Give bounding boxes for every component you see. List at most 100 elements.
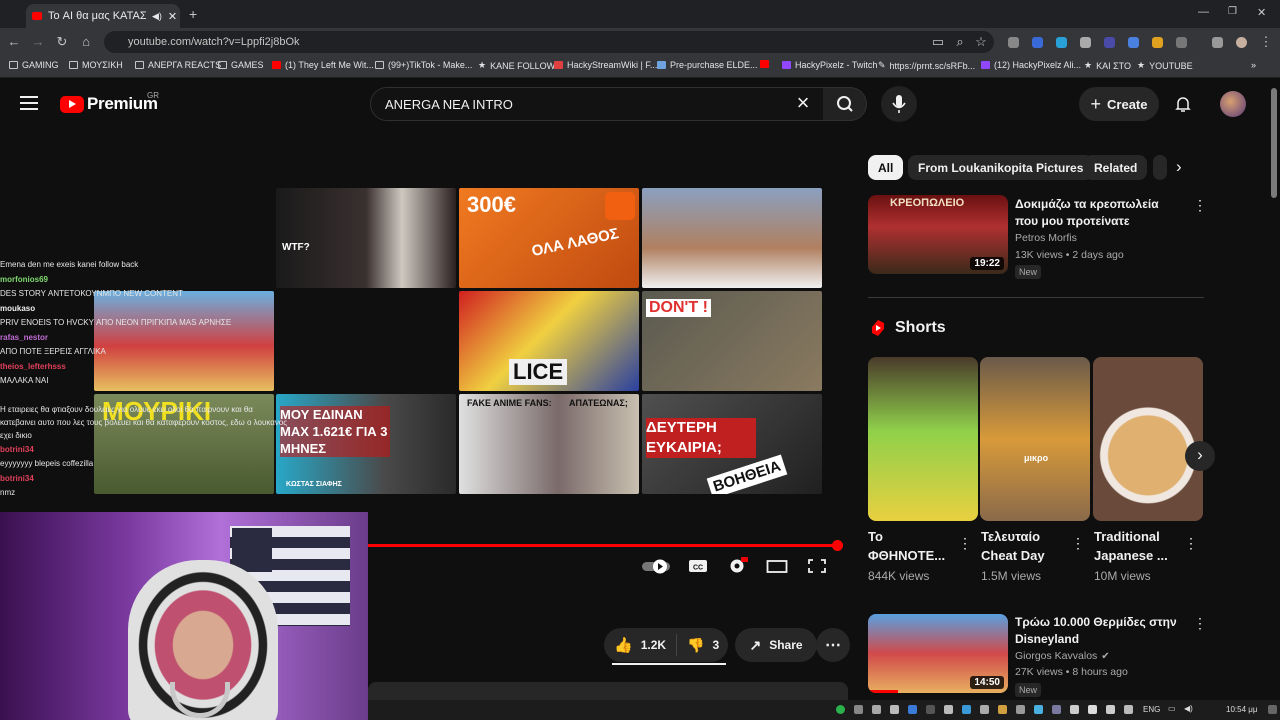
tray-icon[interactable] [980, 705, 989, 714]
more-actions-button[interactable]: ⋯ [816, 628, 850, 662]
new-tab-icon[interactable]: + [189, 6, 197, 22]
bookmark-prntsc[interactable]: ✎ https://prnt.sc/sRFb... [878, 60, 975, 71]
tab-close-icon[interactable]: ✕ [168, 10, 177, 23]
tray-icon[interactable] [998, 705, 1007, 714]
more-bookmarks-icon[interactable]: » [1251, 60, 1256, 70]
home-icon[interactable]: ⌂ [78, 34, 94, 50]
video-title[interactable]: Δοκιμάζω τα κρεοπωλεία που μου προτείνατ… [1015, 196, 1180, 230]
bookmark-anerga-reacts[interactable]: ΑΝΕΡΓΑ REACTS [135, 60, 221, 70]
extension-icon[interactable] [1080, 37, 1091, 48]
reading-list-icon[interactable] [1212, 37, 1223, 48]
endscreen-video[interactable]: 300€ ΟΛΑ ΛΑΘΟΣ [459, 188, 639, 288]
voice-search-button[interactable] [881, 86, 917, 122]
extension-icon[interactable] [1128, 37, 1139, 48]
bookmark-mousiki[interactable]: ΜΟΥΣΙΚΗ [69, 60, 123, 70]
description-box[interactable] [368, 682, 848, 700]
bookmark-gaming[interactable]: GAMING [9, 60, 59, 70]
short-thumbnail[interactable] [868, 357, 978, 521]
menu-dots-icon[interactable]: ⋮ [1258, 34, 1274, 50]
bookmark-youtube[interactable] [760, 60, 769, 68]
tray-icon[interactable] [1034, 705, 1043, 714]
short-menu-icon[interactable]: ⋮ [1071, 535, 1085, 552]
tray-icon[interactable] [908, 705, 917, 714]
back-icon[interactable]: ← [6, 34, 22, 50]
autoplay-toggle-icon[interactable] [641, 557, 671, 575]
install-app-icon[interactable]: ▭ [930, 34, 946, 50]
video-thumbnail[interactable]: ΚΡΕΟΠΩΛΕΙΟ 19:22 [868, 195, 1008, 274]
theater-mode-icon[interactable] [766, 557, 788, 575]
video-thumbnail[interactable]: 14:50 [868, 614, 1008, 693]
search-input[interactable]: ANERGA NEA INTRO [370, 87, 824, 121]
tray-icon[interactable] [890, 705, 899, 714]
chip-all[interactable]: All [868, 155, 904, 180]
tray-icon[interactable] [854, 705, 863, 714]
fullscreen-icon[interactable] [806, 557, 828, 575]
tray-icon[interactable] [926, 705, 935, 714]
tray-icon[interactable] [962, 705, 971, 714]
bookmark-hackypixelz-ali[interactable]: (12) HackyPixelz Ali... [981, 60, 1081, 70]
bookmark-games[interactable]: GAMES [218, 60, 264, 70]
endscreen-video[interactable]: DON'T ! [642, 291, 822, 391]
zoom-icon[interactable]: ⌕ [952, 34, 968, 50]
short-title[interactable]: Το ΦΘΗΝΟΤΕ... [868, 527, 950, 565]
tray-icon[interactable] [1124, 705, 1133, 714]
video-menu-icon[interactable]: ⋮ [1193, 615, 1207, 632]
extension-icon[interactable] [1104, 37, 1115, 48]
endscreen-video[interactable] [642, 188, 822, 288]
tray-icon[interactable] [1052, 705, 1061, 714]
forward-icon[interactable]: → [30, 34, 46, 50]
dislike-button[interactable]: 👎 3 [677, 637, 729, 654]
tray-icon[interactable] [836, 705, 845, 714]
endscreen-video[interactable]: LICE [459, 291, 639, 391]
tray-icon[interactable] [1016, 705, 1025, 714]
channel-name[interactable]: Petros Morfis [1015, 232, 1077, 244]
reload-icon[interactable]: ↻ [54, 34, 70, 50]
menu-icon[interactable] [20, 96, 38, 110]
restore-icon[interactable]: ❐ [1228, 6, 1237, 17]
keyboard-language[interactable]: ENG [1143, 705, 1160, 714]
tray-icon[interactable] [944, 705, 953, 714]
notifications-bell-icon[interactable] [1173, 94, 1193, 114]
scrubber-handle[interactable] [832, 540, 843, 551]
short-menu-icon[interactable]: ⋮ [958, 535, 972, 552]
browser-tab[interactable]: Το AI θα μας ΚΑΤΑΣΤΡΕΨΕΙ ◀) ✕ [26, 4, 180, 28]
clock[interactable]: 10:54 μμ [1226, 705, 1257, 714]
clear-search-icon[interactable]: × [793, 92, 813, 114]
bookmark-twitch[interactable]: HackyPixelz - Twitch [782, 60, 877, 70]
share-button[interactable]: ↗ Share [735, 628, 817, 662]
settings-gear-icon[interactable] [726, 557, 748, 575]
short-title[interactable]: Τελευταίο Cheat Day [981, 527, 1063, 565]
bookmark-tiktok[interactable]: (99+)TikTok - Make... [375, 60, 472, 70]
search-button[interactable] [823, 87, 867, 121]
bookmark-star-icon[interactable]: ☆ [973, 34, 989, 50]
extension-icon[interactable] [1056, 37, 1067, 48]
speaker-icon[interactable]: ◀) [152, 11, 162, 22]
extension-icon[interactable] [1032, 37, 1043, 48]
short-thumbnail[interactable] [1093, 357, 1203, 521]
chip-from-channel[interactable]: From Loukanikopita Pictures [908, 155, 1094, 180]
volume-icon[interactable]: ◀) [1184, 704, 1193, 713]
endscreen-video[interactable]: ΔΕΥΤΕΡΗ ΕΥΚΑΙΡΙΑ; ΒΟΗΘΕΙΑ [642, 394, 822, 494]
chip-more[interactable] [1153, 155, 1167, 180]
short-menu-icon[interactable]: ⋮ [1184, 535, 1198, 552]
extension-icon[interactable] [1152, 37, 1163, 48]
bookmark-youtube-star[interactable]: ★ YOUTUBE [1137, 60, 1193, 71]
channel-name[interactable]: Giorgos Kavvalos ✔ [1015, 650, 1110, 662]
short-thumbnail[interactable]: μικρο [980, 357, 1090, 521]
bookmark-youtube-video[interactable]: (1) They Left Me Wit... [272, 60, 374, 70]
youtube-logo-icon[interactable] [60, 96, 84, 113]
chip-related[interactable]: Related [1084, 155, 1148, 180]
tray-icon[interactable] [1106, 705, 1115, 714]
progress-bar[interactable] [368, 544, 838, 547]
video-menu-icon[interactable]: ⋮ [1193, 197, 1207, 214]
endscreen-video[interactable]: ΜΟΥ ΕΔΙΝΑΝ ΜΑΧ 1.621€ ΓΙΑ 3 ΜΗΝΕΣ ΚΩΣΤΑΣ… [276, 394, 456, 494]
bookmark-hackystreamwiki[interactable]: HackyStreamWiki | F... [554, 60, 657, 70]
tray-icon[interactable] [1070, 705, 1079, 714]
endscreen-video[interactable]: FAKE ANIME FANS: ΑΠΑΤΕΩΝΑΣ; [459, 394, 639, 494]
bookmark-kai-sto[interactable]: ★ ΚΑΙ ΣΤΟ [1084, 60, 1131, 71]
tray-icon[interactable] [1088, 705, 1097, 714]
like-button[interactable]: 👍 1.2K [604, 634, 678, 656]
captions-icon[interactable]: CC [687, 557, 709, 575]
short-title[interactable]: Traditional Japanese ... [1094, 527, 1176, 565]
video-title[interactable]: Τρώω 10.000 Θερμίδες στην Disneyland [1015, 614, 1180, 648]
